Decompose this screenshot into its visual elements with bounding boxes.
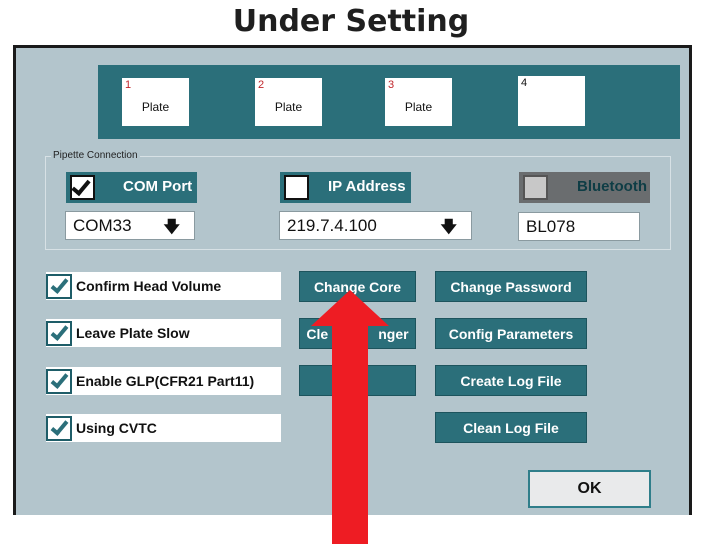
com-port-checkbox[interactable] xyxy=(70,175,95,200)
plate-bar: 1 Plate 2 Plate 3 Plate 4 xyxy=(98,65,680,139)
bluetooth-label: Bluetooth xyxy=(577,178,647,195)
bluetooth-field[interactable]: BL078 xyxy=(518,212,640,241)
confirm-head-volume-checkbox[interactable] xyxy=(46,274,72,299)
check-icon xyxy=(50,322,69,341)
com-port-select[interactable]: COM33 🡇 xyxy=(65,211,195,240)
check-icon xyxy=(50,275,69,294)
ip-address-select[interactable]: 219.7.4.100 🡇 xyxy=(279,211,472,240)
option-label: Using CVTC xyxy=(76,420,157,436)
confirm-head-volume-option[interactable]: Confirm Head Volume xyxy=(46,272,281,300)
com-port-option[interactable]: COM Port xyxy=(66,172,197,203)
create-log-file-button[interactable]: Create Log File xyxy=(435,365,587,396)
plate-number: 3 xyxy=(388,79,395,91)
enable-glp-option[interactable]: Enable GLP(CFR21 Part11) xyxy=(46,367,281,395)
check-icon xyxy=(50,370,69,389)
using-cvtc-option[interactable]: Using CVTC xyxy=(46,414,281,442)
option-label: Confirm Head Volume xyxy=(76,278,222,294)
red-arrow-annotation xyxy=(311,290,389,544)
ip-address-option[interactable]: IP Address xyxy=(280,172,411,203)
using-cvtc-checkbox[interactable] xyxy=(46,416,72,441)
plate-3[interactable]: 3 Plate xyxy=(385,78,452,126)
plate-1[interactable]: 1 Plate xyxy=(122,78,189,126)
enable-glp-checkbox[interactable] xyxy=(46,369,72,394)
plate-number: 4 xyxy=(521,77,528,89)
plate-number: 2 xyxy=(258,79,265,91)
leave-plate-slow-option[interactable]: Leave Plate Slow xyxy=(46,319,281,347)
option-label: Enable GLP(CFR21 Part11) xyxy=(76,373,255,389)
down-arrow-icon[interactable]: 🡇 xyxy=(441,216,457,243)
plate-label: Plate xyxy=(274,100,303,114)
option-label: Leave Plate Slow xyxy=(76,325,190,341)
com-port-label: COM Port xyxy=(123,178,193,195)
config-parameters-button[interactable]: Config Parameters xyxy=(435,318,587,349)
plate-number: 1 xyxy=(125,79,132,91)
bluetooth-option[interactable]: Bluetooth xyxy=(519,172,650,203)
plate-4[interactable]: 4 xyxy=(518,76,585,126)
page-title: Under Setting xyxy=(232,4,470,39)
ip-address-checkbox[interactable] xyxy=(284,175,309,200)
com-port-value: COM33 xyxy=(73,216,132,235)
clean-log-file-button[interactable]: Clean Log File xyxy=(435,412,587,443)
plate-2[interactable]: 2 Plate xyxy=(255,78,322,126)
ok-button[interactable]: OK xyxy=(528,470,651,508)
pipette-connection-legend: Pipette Connection xyxy=(51,150,140,161)
ip-address-label: IP Address xyxy=(328,178,406,195)
plate-label: Plate xyxy=(141,100,170,114)
pipette-connection-group: Pipette Connection COM Port IP Address B… xyxy=(45,150,671,250)
plate-label: Plate xyxy=(404,100,433,114)
check-icon xyxy=(50,417,69,436)
down-arrow-icon[interactable]: 🡇 xyxy=(164,216,180,243)
ip-address-value: 219.7.4.100 xyxy=(287,216,377,235)
leave-plate-slow-checkbox[interactable] xyxy=(46,321,72,346)
arrow-up-icon xyxy=(311,290,389,544)
bluetooth-value: BL078 xyxy=(526,217,576,236)
bluetooth-checkbox[interactable] xyxy=(523,175,548,200)
check-icon xyxy=(71,175,91,197)
change-password-button[interactable]: Change Password xyxy=(435,271,587,302)
